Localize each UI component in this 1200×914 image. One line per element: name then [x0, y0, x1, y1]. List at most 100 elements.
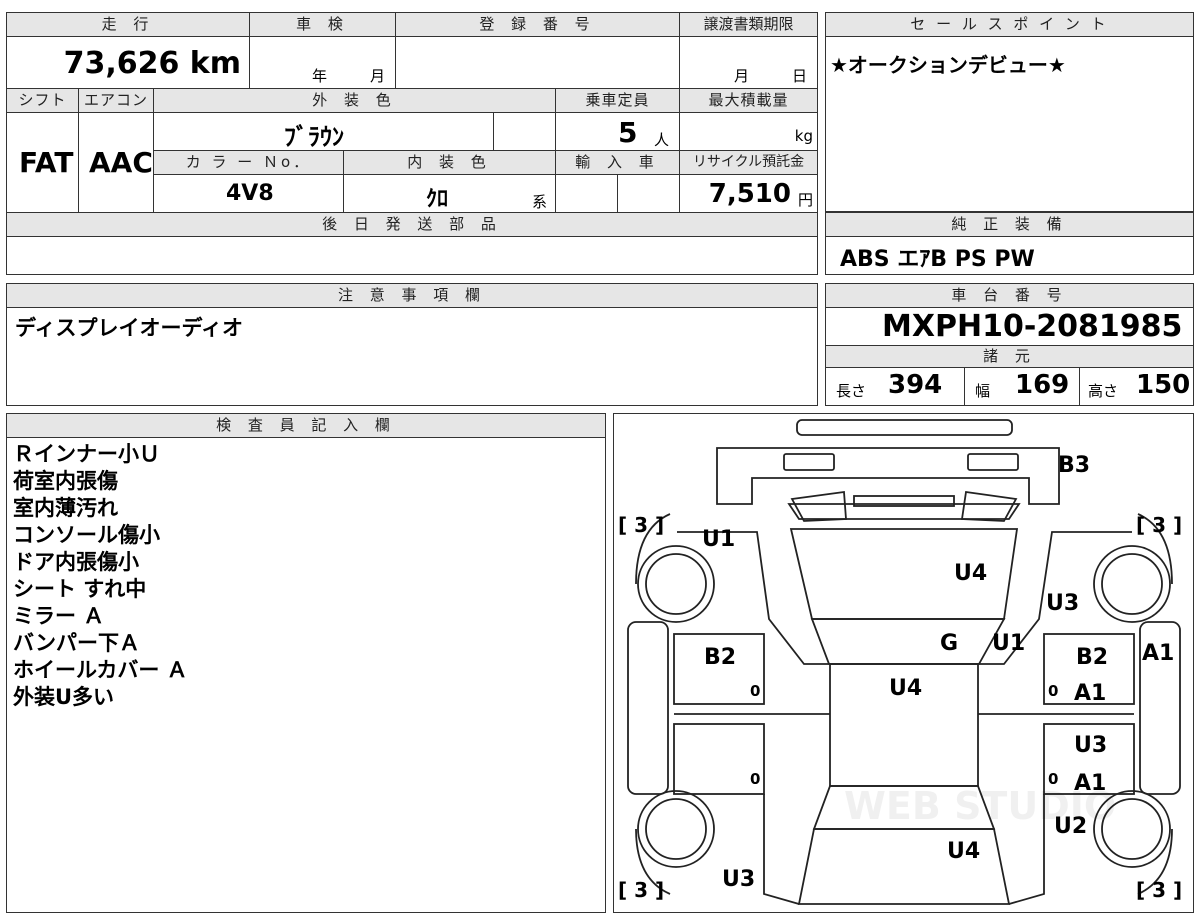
damage-code: U4 [954, 561, 987, 586]
later-parts-header: 後 日 発 送 部 品 [7, 213, 817, 237]
ac-value: AAC [89, 146, 153, 179]
headlight-left [783, 453, 835, 471]
equipment-header: 純 正 装 備 [826, 213, 1193, 237]
color-no-value: 4V8 [226, 181, 274, 206]
front-fender-left [627, 621, 669, 795]
rear-left-wheel [637, 790, 715, 868]
chassis-header: 車 台 番 号 [826, 284, 1193, 308]
interior-color-cell: ｸﾛ 系 [344, 175, 556, 213]
capacity-unit: 人 [654, 131, 670, 149]
front-right-wheel [1093, 545, 1171, 623]
length-label: 長さ [836, 382, 867, 400]
headlight-right [967, 453, 1019, 471]
inspector-note: ホイールカバー Ａ [13, 658, 188, 682]
import-cell-b [618, 175, 680, 213]
inspector-notes-box: 検 査 員 記 入 欄 Ｒインナー小Ｕ 荷室内張傷 室内薄汚れ コンソール傷小 … [6, 413, 606, 913]
inspection-year: 年 [312, 67, 328, 85]
hood-left-vent [790, 490, 847, 522]
capacity-header: 乗車定員 [556, 89, 680, 113]
inspector-note: ミラー Ａ [13, 604, 105, 628]
hood-right-vent [960, 490, 1018, 522]
ac-header: エアコン [79, 89, 154, 113]
damage-code: A1 [1074, 771, 1106, 796]
transfer-month: 月 [734, 67, 750, 85]
later-parts-cell [7, 237, 817, 273]
chassis-number: MXPH10-2081985 [882, 309, 1183, 344]
zero-mark: 0 [1048, 770, 1058, 788]
inspector-note: 室内薄汚れ [13, 496, 118, 520]
damage-code: U4 [947, 839, 980, 864]
inspector-note: ドア内張傷小 [13, 550, 139, 574]
tire-mark-rl: [ 3 ] [618, 878, 664, 902]
height-value: 150 [1136, 370, 1191, 400]
width-cell: 幅 169 [965, 368, 1080, 405]
chassis-box: 車 台 番 号 MXPH10-2081985 諸 元 長さ 394 幅 169 … [825, 283, 1194, 406]
width-label: 幅 [975, 382, 991, 400]
max-load-unit: kg [794, 127, 813, 145]
recycle-cell: 7,510 円 [680, 175, 817, 213]
equipment-value: ABS エｱB PS PW [840, 247, 1035, 272]
damage-code: A1 [1142, 641, 1174, 666]
damage-code: U2 [1054, 814, 1087, 839]
exterior-color-cell: ﾌﾞﾗｳﾝ [154, 113, 494, 151]
damage-code: B2 [1076, 645, 1108, 670]
registration-header: 登 録 番 号 [396, 13, 680, 37]
equipment-box: 純 正 装 備 ABS エｱB PS PW [825, 212, 1194, 275]
notes-value: ディスプレイオーディオ [15, 316, 244, 340]
exterior-color-value: ﾌﾞﾗｳﾝ [284, 123, 344, 151]
inspector-note: コンソール傷小 [13, 523, 160, 547]
color-no-header: カ ラ ー Ｎo． [154, 151, 344, 175]
shift-cell: FAT [7, 113, 79, 213]
front-left-wheel-inner [645, 553, 707, 615]
rear-left-outline [763, 794, 800, 905]
inspection-month: 月 [370, 67, 386, 85]
registration-cell [396, 37, 680, 89]
recycle-value: 7,510 [708, 179, 791, 209]
inspector-note: シート すれ中 [13, 577, 147, 601]
interior-color-value: ｸﾛ [426, 187, 449, 212]
notes-header: 注 意 事 項 欄 [7, 284, 817, 308]
sales-point-box: セ ー ル ス ポ イ ン ト ★オークションデビュー★ [825, 12, 1194, 212]
damage-code: U1 [992, 631, 1025, 656]
mileage-cell: 73,626 km [7, 37, 250, 89]
max-load-header: 最大積載量 [680, 89, 817, 113]
sales-point-header: セ ー ル ス ポ イ ン ト [826, 13, 1193, 37]
capacity-cell: 5 人 [556, 113, 680, 151]
damage-code: A1 [1074, 681, 1106, 706]
zero-mark: 0 [1048, 682, 1058, 700]
dims-header: 諸 元 [826, 346, 1193, 368]
zero-mark: 0 [750, 682, 760, 700]
height-cell: 高さ 150 [1080, 368, 1193, 405]
interior-color-suffix: 系 [532, 193, 548, 211]
inspection-cell: 年 月 [250, 37, 396, 89]
exterior-color-extra-cell [494, 113, 556, 151]
rear-left-wheel-inner [645, 798, 707, 860]
inspector-note: 荷室内張傷 [13, 469, 118, 493]
tire-mark-rr: [ 3 ] [1136, 878, 1182, 902]
length-value: 394 [888, 370, 943, 400]
transfer-deadline-header: 譲渡書類期限 [680, 13, 817, 37]
cowl-outline [810, 618, 1006, 665]
transfer-day: 日 [792, 67, 808, 85]
damage-diagram-box: WEB STUDIO [ 3 ] [ 3 ] [ 3 ] [ 3 ] 0 0 0… [613, 413, 1194, 913]
inspector-note: 外装U多い [13, 685, 115, 709]
car-outline-diagram: WEB STUDIO [ 3 ] [ 3 ] [ 3 ] [ 3 ] 0 0 0… [618, 419, 1182, 905]
front-right-wheel-inner [1101, 553, 1163, 615]
damage-code: B3 [1058, 453, 1090, 478]
recycle-header: リサイクル預託金 [680, 151, 817, 175]
notes-box: 注 意 事 項 欄 ディスプレイオーディオ [6, 283, 818, 406]
mileage-value: 73,626 km [63, 46, 241, 81]
exterior-color-header: 外 装 色 [154, 89, 556, 113]
tire-mark-fl: [ 3 ] [618, 513, 664, 537]
import-header: 輸 入 車 [556, 151, 680, 175]
vehicle-spec-table: 走 行 車 検 登 録 番 号 譲渡書類期限 73,626 km 年 月 月 日… [6, 12, 818, 275]
inspector-notes-header: 検 査 員 記 入 欄 [7, 414, 605, 438]
transfer-cell: 月 日 [680, 37, 817, 89]
shift-header: シフト [7, 89, 79, 113]
max-load-cell: kg [680, 113, 817, 151]
mileage-header: 走 行 [7, 13, 250, 37]
interior-color-header: 内 装 色 [344, 151, 556, 175]
length-cell: 長さ 394 [826, 368, 965, 405]
height-label: 高さ [1088, 382, 1119, 400]
inspection-header: 車 検 [250, 13, 396, 37]
